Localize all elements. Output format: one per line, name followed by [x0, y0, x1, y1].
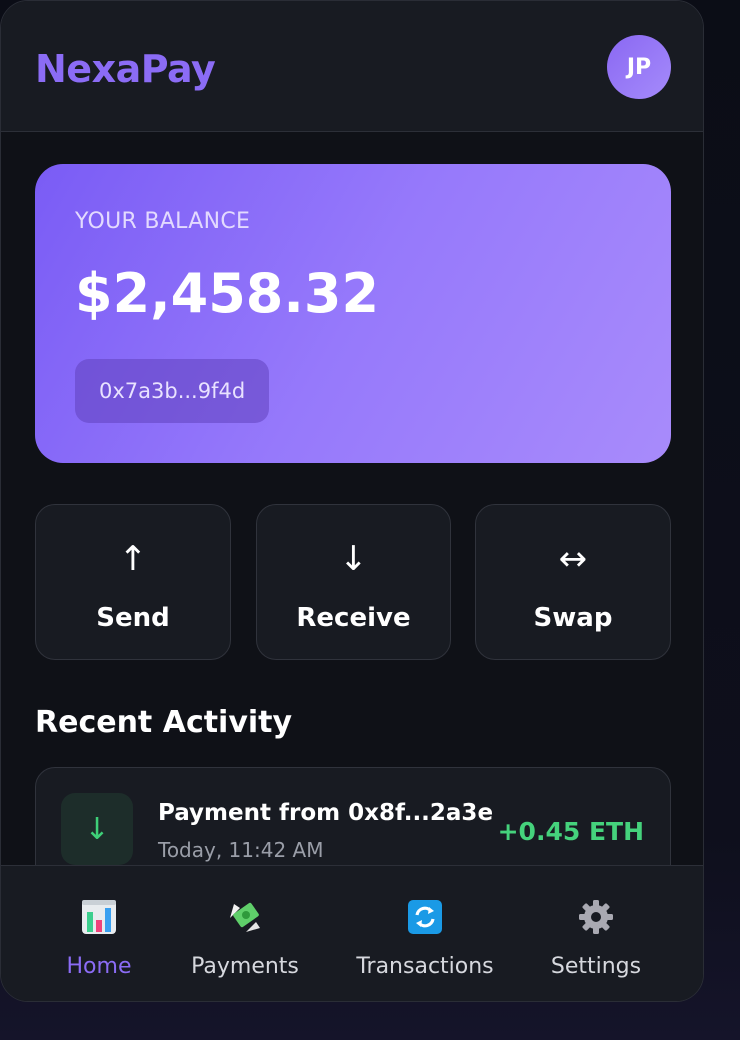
- bar-chart-icon: [82, 900, 116, 934]
- arrow-down-icon: ↓: [61, 793, 133, 865]
- balance-amount: $2,458.32: [75, 262, 380, 325]
- refresh-arrows-icon: [408, 900, 442, 934]
- nav-label-payments: Payments: [191, 954, 299, 979]
- swap-arrows-icon: ↔: [558, 539, 588, 579]
- nav-item-payments[interactable]: Payments: [185, 866, 305, 1001]
- activity-timestamp: Today, 11:42 AM: [158, 838, 324, 862]
- wallet-address-chip[interactable]: 0x7a3b...9f4d: [75, 359, 270, 423]
- avatar[interactable]: JP: [607, 35, 671, 99]
- send-label: Send: [96, 603, 170, 633]
- receive-button[interactable]: ↓ Receive: [256, 504, 451, 660]
- gear-icon: [579, 900, 613, 934]
- balance-label: YOUR BALANCE: [75, 209, 251, 234]
- receive-label: Receive: [296, 603, 411, 633]
- nav-label-home: Home: [66, 954, 132, 979]
- nav-item-settings[interactable]: Settings: [546, 866, 646, 1001]
- app-logo[interactable]: NexaPay: [35, 47, 216, 91]
- swap-label: Swap: [533, 603, 613, 633]
- recent-activity-title: Recent Activity: [35, 705, 293, 740]
- activity-title: Payment from 0x8f...2a3e: [158, 800, 494, 826]
- bottom-nav: Home Payments Transactions Settings: [1, 865, 703, 1001]
- activity-amount: +0.45 ETH: [497, 817, 644, 846]
- nav-item-transactions[interactable]: Transactions: [355, 866, 495, 1001]
- nav-label-settings: Settings: [550, 954, 642, 979]
- nav-item-home[interactable]: Home: [59, 866, 139, 1001]
- send-button[interactable]: ↑ Send: [35, 504, 231, 660]
- money-wings-icon: [230, 902, 260, 932]
- arrow-down-icon: ↓: [339, 539, 368, 579]
- nav-label-transactions: Transactions: [356, 954, 494, 979]
- swap-button[interactable]: ↔ Swap: [475, 504, 671, 660]
- app-header: NexaPay JP: [1, 1, 703, 132]
- app-window: NexaPay JP YOUR BALANCE $2,458.32 0x7a3b…: [0, 0, 704, 1002]
- balance-card: YOUR BALANCE $2,458.32 0x7a3b...9f4d: [35, 164, 671, 463]
- arrow-up-icon: ↑: [118, 539, 148, 579]
